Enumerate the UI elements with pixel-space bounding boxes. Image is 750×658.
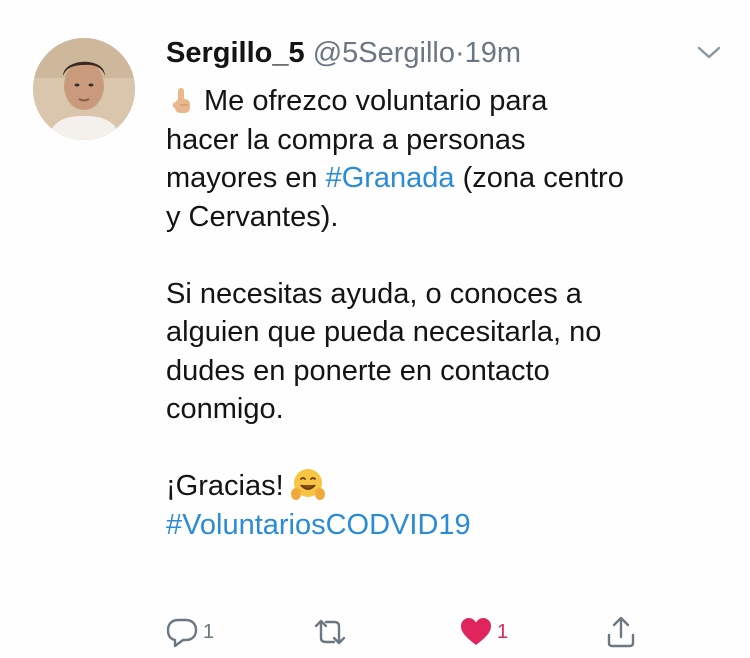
retweet-icon [314,619,346,645]
chevron-down-icon[interactable] [696,44,722,62]
reply-button[interactable]: 1 [165,612,214,652]
heart-icon [461,618,491,645]
tweet-line: alguien que pueda necesitarla, no [166,316,602,348]
index-pointing-up-emoji [166,86,196,116]
hashtag-voluntarios[interactable]: #VoluntariosCODVID19 [166,509,471,541]
reply-count: 1 [203,620,215,643]
like-button[interactable]: 1 [459,612,508,652]
tweet-line: conmigo. [166,393,284,425]
hugging-face-emoji [290,468,326,502]
share-button[interactable] [605,612,637,652]
reply-icon [166,618,198,648]
tweet-text: Me ofrezco voluntario para hacer la comp… [166,82,726,544]
retweet-button[interactable] [310,612,354,652]
tweet-line: mayores en #Granada (zona centro [166,159,726,198]
tweet-line-text: ¡Gracias! [166,470,284,502]
tweet-header: Sergillo_5 @5Sergillo·19m [166,34,521,72]
tweet-line-text: Me ofrezco voluntario para [204,85,548,117]
tweet-line-text: (zona centro [454,162,624,194]
timestamp[interactable]: 19m [465,37,521,69]
tweet-actions: 1 1 [0,612,750,652]
hashtag-granada[interactable]: #Granada [326,162,455,194]
like-count: 1 [497,620,509,643]
author-name[interactable]: Sergillo_5 [166,37,305,69]
tweet-line: dudes en ponerte en contacto [166,354,550,387]
tweet-line: hacer la compra a personas [166,123,526,156]
avatar[interactable] [33,38,135,140]
tweet-line: y Cervantes). [166,200,339,233]
tweet-line-text: mayores en [166,162,326,194]
tweet-line: ¡Gracias! [166,467,726,506]
tweet-line: Me ofrezco voluntario para [166,82,726,121]
share-icon [607,616,635,648]
separator-dot: · [454,37,465,69]
author-handle[interactable]: @5Sergillo [313,37,455,69]
tweet-line: Si necesitas ayuda, o conoces a [166,277,582,310]
tweet-line: #VoluntariosCODVID19 [166,506,726,545]
